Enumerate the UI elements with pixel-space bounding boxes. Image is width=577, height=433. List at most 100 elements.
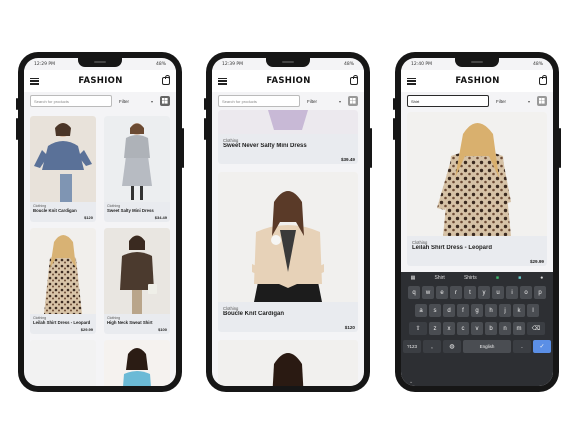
- key[interactable]: u: [492, 286, 504, 299]
- check-icon[interactable]: ✓: [533, 340, 551, 353]
- product-photo: [30, 228, 96, 314]
- product-info: Clothing Sweet Never Salty Mini Dress $3…: [218, 134, 358, 164]
- keyboard-row-2: a s d f g h j k l: [403, 304, 551, 317]
- product-name: High Neck Sweat Shirt: [107, 320, 153, 325]
- grid-view-icon[interactable]: [160, 96, 170, 106]
- key[interactable]: e: [436, 286, 448, 299]
- on-screen-keyboard: ▦ Shirt Shirts ■ ■ ● q w e r t y u i o p…: [401, 272, 553, 386]
- key[interactable]: p: [534, 286, 546, 299]
- keyboard-row-4: ?123 , ◍ English . ✓: [403, 340, 551, 353]
- product-card[interactable]: [104, 340, 170, 386]
- key[interactable]: l: [527, 304, 539, 317]
- shirt-emoji-icon[interactable]: ■: [496, 275, 499, 281]
- product-name: Leilah Shirt Dress - Leopard: [412, 245, 493, 251]
- key[interactable]: j: [499, 304, 511, 317]
- key[interactable]: k: [513, 304, 525, 317]
- key[interactable]: c: [457, 322, 469, 335]
- key[interactable]: o: [520, 286, 532, 299]
- product-photo: [104, 116, 170, 202]
- key[interactable]: g: [471, 304, 483, 317]
- key[interactable]: n: [499, 322, 511, 335]
- search-row: Search for products Filter ▾: [24, 92, 176, 110]
- product-name: Boucle Knit Cardigan: [223, 311, 285, 317]
- key[interactable]: b: [485, 322, 497, 335]
- filter-label: Filter: [496, 98, 506, 104]
- cart-icon[interactable]: [350, 75, 358, 85]
- search-input[interactable]: Search for products: [218, 95, 300, 107]
- filter-dropdown[interactable]: Filter ▾: [493, 99, 533, 104]
- product-info: Clothing Leilah Shirt Dress - Leopard $2…: [30, 314, 96, 334]
- product-name: Sweet Salty Mini Dress: [107, 208, 154, 213]
- search-row: Shirt Filter ▾: [401, 92, 553, 110]
- phone-3: 12:40 PM 48% FASHION Shirt Filter ▾ Clot…: [393, 52, 561, 392]
- product-price: $120: [84, 215, 93, 220]
- shift-icon[interactable]: ⇧: [409, 322, 427, 335]
- chevron-down-icon[interactable]: ⌄: [409, 379, 413, 385]
- key[interactable]: s: [429, 304, 441, 317]
- product-info: Clothing Leilah Shirt Dress - Leopard $2…: [407, 236, 547, 266]
- chevron-down-icon: ▾: [150, 98, 153, 104]
- comma-key[interactable]: ,: [423, 340, 441, 353]
- product-name: Boucle Knit Cardigan: [33, 208, 77, 213]
- globe-icon[interactable]: ◍: [443, 340, 461, 353]
- backspace-icon[interactable]: ⌫: [527, 322, 545, 335]
- key[interactable]: t: [464, 286, 476, 299]
- key[interactable]: z: [429, 322, 441, 335]
- key[interactable]: h: [485, 304, 497, 317]
- suggestion-bar: ▦ Shirt Shirts ■ ■ ●: [401, 272, 553, 284]
- product-card[interactable]: [30, 340, 96, 386]
- phone-2: 12:39 PM 48% FASHION Search for products…: [204, 52, 372, 392]
- apps-grid-icon[interactable]: ▦: [411, 275, 416, 281]
- menu-icon[interactable]: [407, 77, 416, 85]
- cart-icon[interactable]: [539, 75, 547, 85]
- brand-logo: FASHION: [455, 76, 500, 86]
- key[interactable]: q: [408, 286, 420, 299]
- cart-icon[interactable]: [162, 75, 170, 85]
- key[interactable]: m: [513, 322, 525, 335]
- key[interactable]: x: [443, 322, 455, 335]
- product-price: $39.49: [340, 157, 355, 162]
- list-view-icon[interactable]: [348, 96, 358, 106]
- product-name: Leilah Shirt Dress - Leopard: [33, 320, 91, 325]
- product-card[interactable]: Clothing High Neck Sweat Shirt $100: [104, 228, 170, 334]
- suggestion[interactable]: Shirts: [464, 275, 477, 281]
- key[interactable]: i: [506, 286, 518, 299]
- period-key[interactable]: .: [513, 340, 531, 353]
- product-card[interactable]: [218, 340, 358, 386]
- product-card[interactable]: Clothing Leilah Shirt Dress - Leopard $2…: [30, 228, 96, 334]
- battery-level: 48%: [343, 61, 354, 67]
- search-input[interactable]: Shirt: [407, 95, 489, 107]
- clipboard-icon[interactable]: ■: [518, 275, 521, 281]
- microphone-icon[interactable]: ●: [540, 275, 543, 281]
- screen: 12:40 PM 48% FASHION Shirt Filter ▾ Clot…: [401, 58, 553, 386]
- list-view-icon[interactable]: [537, 96, 547, 106]
- product-name: Sweet Never Salty Mini Dress: [223, 143, 307, 149]
- key[interactable]: d: [443, 304, 455, 317]
- product-info: Clothing Sweet Salty Mini Dress $34.49: [104, 202, 170, 222]
- key[interactable]: a: [415, 304, 427, 317]
- status-time: 12:40 PM: [411, 61, 432, 67]
- product-price: $120: [344, 325, 355, 330]
- suggestion[interactable]: Shirt: [434, 275, 444, 281]
- filter-dropdown[interactable]: Filter ▾: [116, 99, 156, 104]
- key[interactable]: r: [450, 286, 462, 299]
- app-header: FASHION: [401, 70, 553, 92]
- key[interactable]: f: [457, 304, 469, 317]
- search-input[interactable]: Search for products: [30, 95, 112, 107]
- filter-dropdown[interactable]: Filter ▾: [304, 99, 344, 104]
- product-card[interactable]: Clothing Boucle Knit Cardigan $120: [218, 172, 358, 332]
- product-card[interactable]: Clothing Boucle Knit Cardigan $120: [30, 116, 96, 222]
- nav-bar: ⌄: [401, 378, 553, 386]
- key[interactable]: v: [471, 322, 483, 335]
- product-card[interactable]: Clothing Leilah Shirt Dress - Leopard $2…: [407, 112, 547, 266]
- product-card[interactable]: Clothing Sweet Never Salty Mini Dress $3…: [218, 110, 358, 164]
- product-card[interactable]: Clothing Sweet Salty Mini Dress $34.49: [104, 116, 170, 222]
- keyboard-row-3: ⇧ z x c v b n m ⌫: [403, 322, 551, 335]
- menu-icon[interactable]: [30, 77, 39, 85]
- battery-level: 48%: [155, 61, 166, 67]
- key[interactable]: w: [422, 286, 434, 299]
- space-bar[interactable]: English: [463, 340, 511, 353]
- menu-icon[interactable]: [218, 77, 227, 85]
- symbols-key[interactable]: ?123: [403, 340, 421, 353]
- key[interactable]: y: [478, 286, 490, 299]
